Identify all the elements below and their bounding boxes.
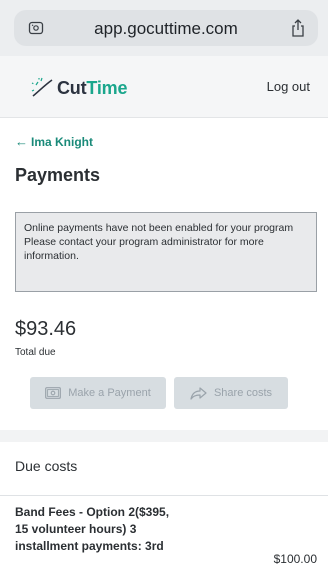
make-payment-button[interactable]: Make a Payment — [30, 377, 166, 409]
due-costs-title: Due costs — [15, 458, 78, 474]
page-title: Payments — [15, 165, 101, 185]
total-due-amount: $93.46 — [15, 318, 77, 340]
notice-line-1: Online payments have not been enabled fo… — [24, 222, 294, 234]
back-link-label: Ima Knight — [31, 134, 93, 149]
browser-address-bar: app.gocuttime.com — [0, 0, 328, 56]
url-field[interactable]: app.gocuttime.com — [14, 10, 318, 46]
due-costs-rule — [0, 495, 328, 496]
share-costs-button[interactable]: Share costs — [174, 377, 288, 409]
share-costs-label: Share costs — [213, 387, 273, 399]
url-text: app.gocuttime.com — [94, 19, 238, 38]
logout-link[interactable]: Log out — [267, 79, 310, 94]
back-link[interactable]: ← Ima Knight — [15, 134, 93, 149]
share-icon[interactable] — [290, 18, 306, 38]
total-due-label: Total due — [15, 347, 56, 358]
cost-row[interactable]: Band Fees - Option 2($395, 15 volunteer … — [15, 504, 317, 571]
logo-text-time: Time — [86, 77, 128, 98]
cost-description: Band Fees - Option 2($395, 15 volunteer … — [15, 505, 170, 553]
section-divider — [0, 430, 328, 442]
notice-line-2: Please contact your program administrato… — [24, 236, 264, 262]
make-payment-label: Make a Payment — [68, 387, 151, 399]
cuttime-logo[interactable]: Cut Time — [30, 76, 127, 100]
app-header: Cut Time Log out — [0, 56, 328, 118]
logo-text-cut: Cut — [57, 77, 87, 98]
share-arrow-icon — [190, 386, 207, 400]
cash-icon — [45, 387, 62, 399]
cost-amount: $100.00 — [273, 552, 317, 566]
logo-swoosh-icon — [31, 77, 53, 97]
payments-disabled-notice: Online payments have not been enabled fo… — [15, 212, 317, 292]
back-arrow-icon: ← — [15, 134, 28, 149]
